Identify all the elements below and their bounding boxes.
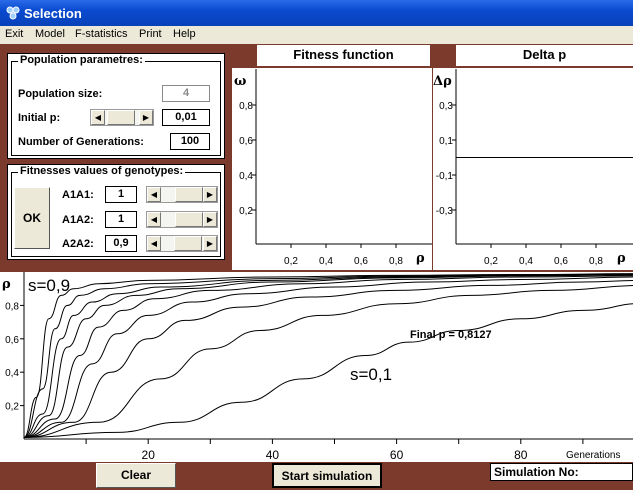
fitness-x-tick-label: 0,2 — [284, 256, 298, 267]
fitnesses-panel: Fitnesses values of genotypes: OK A1A1: … — [7, 164, 225, 260]
app-icon — [6, 6, 20, 20]
population-size-label: Population size: — [18, 88, 103, 100]
fitness-a1a2-thumb[interactable] — [175, 212, 203, 227]
trajectory-x-tick-label: 80 — [514, 448, 528, 462]
arrow-right-icon[interactable]: ▶ — [203, 187, 217, 202]
fitness-a1a2-slider[interactable]: ◀ ▶ — [146, 211, 218, 228]
label-s-high: s=0,9 — [28, 276, 70, 295]
fitness-y-tick-label: 0,4 — [239, 171, 253, 182]
trajectory-y-tick-label: 0,6 — [5, 335, 19, 346]
delta-p-title: Delta p — [456, 45, 633, 66]
fitness-y-tick-label: 0,8 — [239, 101, 253, 112]
fitness-x-tick-label: 0,8 — [389, 256, 403, 267]
delta-y-symbol: Δρ — [433, 74, 452, 89]
window-title: Selection — [24, 6, 82, 21]
arrow-right-icon[interactable]: ▶ — [203, 212, 217, 227]
fitnesses-group: Fitnesses values of genotypes: OK A1A1: … — [11, 165, 221, 257]
initial-p-slider[interactable]: ◀ ▶ — [90, 109, 154, 126]
fitness-function-title: Fitness function — [257, 45, 430, 66]
trajectory-y-symbol: ρ — [2, 277, 11, 292]
fitness-a1a2-field[interactable]: 1 — [105, 211, 137, 228]
arrow-right-icon[interactable]: ▶ — [203, 236, 217, 251]
fitness-y-symbol: ω — [234, 74, 246, 89]
fitness-a2a2-field[interactable]: 0,9 — [105, 235, 137, 252]
initial-p-label: Initial p: — [18, 112, 61, 124]
trajectory-x-tick-label: 60 — [390, 448, 404, 462]
fitness-a1a2-label: A1A2: — [62, 214, 94, 226]
fitness-a1a1-field[interactable]: 1 — [105, 186, 137, 203]
final-p-label: Final p = 0,8127 — [410, 329, 492, 341]
delta-x-tick-label: 0,8 — [589, 256, 603, 267]
delta-y-tick-label: 0,1 — [439, 136, 453, 147]
delta-y-tick-label: -0,3 — [436, 206, 454, 217]
menu-bar: Exit Model F-statistics Print Help — [0, 26, 633, 44]
fitness-x-tick-label: 0,4 — [319, 256, 333, 267]
initial-p-field[interactable]: 0,01 — [162, 109, 210, 126]
trajectory-x-tick-label: 20 — [142, 448, 156, 462]
menu-exit[interactable]: Exit — [5, 28, 23, 40]
fitness-a1a1-thumb[interactable] — [175, 187, 203, 202]
arrow-left-icon[interactable]: ◀ — [147, 212, 161, 227]
delta-x-tick-label: 0,6 — [554, 256, 568, 267]
generations-axis-label: Generations — [566, 450, 620, 461]
population-group-title: Population parametres: — [18, 54, 145, 66]
trajectory-y-tick-label: 0,2 — [5, 402, 19, 413]
trajectory-chart: ρ 0,8 0,6 0,4 0,2 20 40 60 80 s=0,9 s=0,1 Fina… — [0, 272, 633, 462]
fitness-y-tick-label: 0,2 — [239, 206, 253, 217]
start-simulation-button[interactable]: Start simulation — [272, 463, 382, 488]
trajectory-y-tick-label: 0,4 — [5, 368, 19, 379]
delta-y-tick-label: -0,1 — [436, 171, 454, 182]
fitness-function-chart: ω 0,8 0,6 0,4 0,2 0,2 0,4 0,6 0,8 ρ — [232, 68, 432, 270]
fitness-x-tick-label: 0,6 — [354, 256, 368, 267]
arrow-right-icon[interactable]: ▶ — [139, 110, 153, 125]
workspace: Population parametres: Population size: … — [0, 44, 633, 490]
label-s-low: s=0,1 — [350, 365, 392, 384]
fitness-y-tick-label: 0,6 — [239, 136, 253, 147]
title-bar: Selection — [0, 0, 633, 26]
fitnesses-group-title: Fitnesses values of genotypes: — [18, 165, 186, 177]
menu-help[interactable]: Help — [173, 28, 196, 40]
delta-x-tick-label: 0,2 — [484, 256, 498, 267]
simulation-no-field: Simulation No: — [490, 463, 633, 481]
clear-button[interactable]: Clear — [96, 463, 176, 488]
population-panel: Population parametres: Population size: … — [7, 53, 225, 159]
population-size-field[interactable]: 4 — [162, 85, 210, 102]
menu-f-statistics[interactable]: F-statistics — [75, 28, 128, 40]
generations-label: Number of Generations: — [18, 136, 144, 148]
fitness-a2a2-thumb[interactable] — [174, 236, 202, 251]
fitness-a1a1-label: A1A1: — [62, 189, 94, 201]
trajectory-y-tick-label: 0,8 — [5, 301, 19, 312]
initial-p-slider-thumb[interactable] — [107, 110, 135, 125]
menu-print[interactable]: Print — [139, 28, 162, 40]
population-group: Population parametres: Population size: … — [11, 54, 221, 156]
arrow-left-icon[interactable]: ◀ — [91, 110, 105, 125]
menu-model[interactable]: Model — [35, 28, 65, 40]
delta-p-chart: Δρ 0,3 0,1 -0,1 -0,3 0,2 0,4 0,6 0,8 ρ — [433, 68, 633, 270]
fitness-a2a2-label: A2A2: — [62, 238, 94, 250]
trajectory-x-tick-label: 40 — [266, 448, 280, 462]
fitness-a2a2-slider[interactable]: ◀ ▶ — [146, 235, 218, 252]
delta-x-tick-label: 0,4 — [519, 256, 533, 267]
delta-y-tick-label: 0,3 — [439, 101, 453, 112]
arrow-left-icon[interactable]: ◀ — [147, 187, 161, 202]
delta-x-symbol: ρ — [617, 251, 626, 266]
ok-button[interactable]: OK — [14, 187, 50, 249]
generations-field[interactable]: 100 — [170, 133, 210, 150]
fitness-x-symbol: ρ — [416, 251, 425, 266]
arrow-left-icon[interactable]: ◀ — [147, 236, 161, 251]
fitness-a1a1-slider[interactable]: ◀ ▶ — [146, 186, 218, 203]
